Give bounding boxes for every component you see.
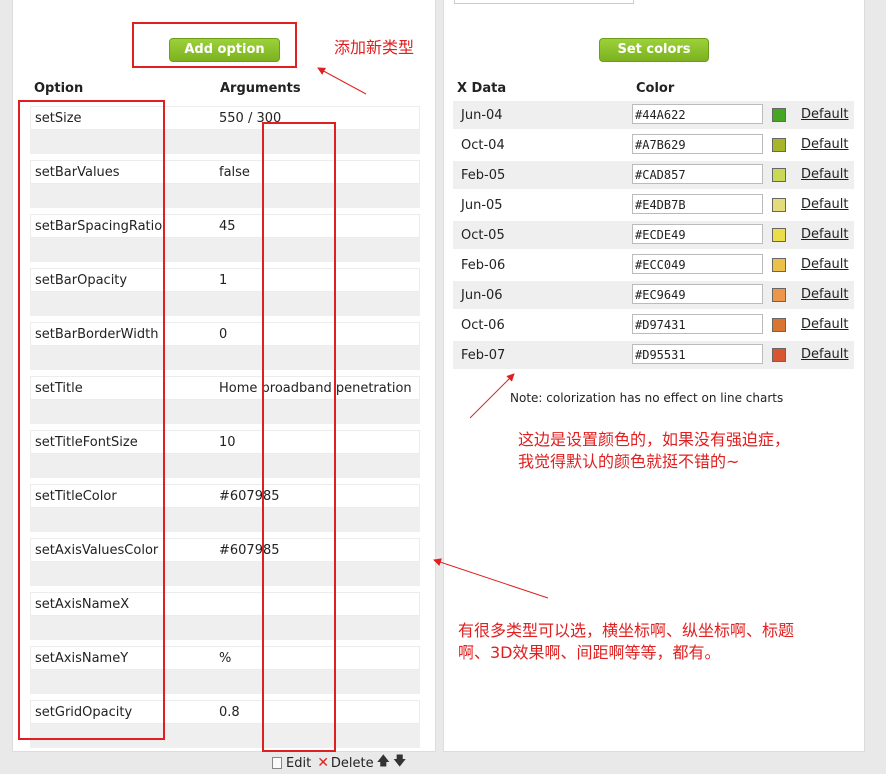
annotation-types-line1: 有很多类型可以选，横坐标啊、纵坐标啊、标题: [458, 621, 795, 640]
arrow-to-add-option: [317, 67, 367, 95]
annotation-colors-line1: 这边是设置颜色的，如果没有强迫症，: [518, 430, 791, 449]
arrow-to-colors: [469, 373, 515, 419]
annotation-types-line2: 啊、3D效果啊、间距啊等等，都有。: [458, 643, 721, 662]
annotation-arrows: [317, 67, 549, 599]
annotation-add-type: 添加新类型: [334, 38, 415, 57]
annotation-colors-line2: 我觉得默认的颜色就挺不错的~: [518, 452, 740, 471]
arrow-to-options: [433, 558, 549, 599]
